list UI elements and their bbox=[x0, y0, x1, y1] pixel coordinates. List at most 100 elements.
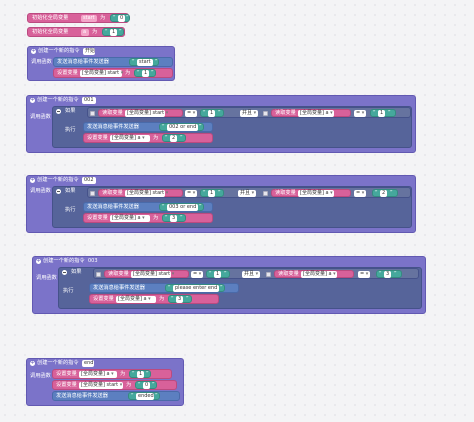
text-value[interactable]: 0 bbox=[143, 382, 150, 389]
text-value[interactable]: 1 bbox=[142, 70, 149, 77]
logic-and-block[interactable]: 读取变量 [全局变量] start = “ 1 ” 并且 读取变量 [全局变量]… bbox=[93, 268, 419, 279]
text-value[interactable]: 2 bbox=[380, 190, 387, 197]
text-value-block[interactable]: “ 1 ” bbox=[129, 370, 151, 378]
text-value[interactable]: please enter end bbox=[173, 285, 219, 292]
command-block-003[interactable]: + 创建一个新的指令 003 调用函数 如果 读取变量 [全局变量] start… bbox=[32, 256, 426, 314]
init-global-start-block[interactable]: 初始化全局变量 start 为 “ 0 ” bbox=[27, 13, 130, 23]
text-value[interactable]: 1 bbox=[110, 29, 117, 36]
collapse-icon[interactable]: + bbox=[30, 178, 35, 183]
get-variable-block[interactable]: 读取变量 [全局变量] a bbox=[271, 109, 351, 117]
set-variable-block[interactable]: 设置变量 [全局变量] a 为 “ 2 ” bbox=[83, 133, 213, 143]
compare-op-dropdown[interactable]: = bbox=[185, 190, 197, 197]
command-block-start[interactable]: + 创建一个新的指令 开始 调用函数 发送消息给事件发送器 “ start ” … bbox=[27, 46, 175, 81]
mutator-icon[interactable] bbox=[263, 191, 268, 196]
variable-dropdown[interactable]: [全局变量] a bbox=[79, 371, 117, 378]
text-value[interactable]: 1 bbox=[208, 110, 215, 117]
variable-dropdown[interactable]: [全局变量] a bbox=[116, 296, 156, 303]
get-variable-block[interactable]: 读取变量 [全局变量] a bbox=[274, 270, 354, 278]
command-name-field[interactable]: 003 bbox=[86, 258, 100, 265]
text-value[interactable]: 003 or end bbox=[167, 204, 198, 211]
command-name-field[interactable]: 001 bbox=[82, 97, 96, 104]
send-message-block[interactable]: 发送消息给事件发送器 “ 003 or end ” bbox=[83, 202, 213, 212]
compare-op-dropdown[interactable]: = bbox=[354, 190, 366, 197]
send-message-block[interactable]: 发送消息给事件发送器 “ ended ” bbox=[52, 391, 180, 401]
logic-op-dropdown[interactable]: 并且 bbox=[238, 190, 256, 197]
text-value-block[interactable]: “ please enter end ” bbox=[165, 284, 225, 292]
get-variable-block[interactable]: 读取变量 [全局变量] start bbox=[104, 270, 189, 278]
set-variable-block[interactable]: 设置变量 [全局变量] a 为 “ 3 ” bbox=[83, 213, 213, 223]
text-value[interactable]: 1 bbox=[378, 110, 385, 117]
variable-dropdown[interactable]: [全局变量] a bbox=[298, 190, 334, 197]
text-value[interactable]: 3 bbox=[170, 215, 177, 222]
collapse-icon[interactable]: + bbox=[31, 49, 36, 54]
compare-op-dropdown[interactable]: = bbox=[358, 271, 370, 278]
text-value-block[interactable]: “ 3 ” bbox=[162, 214, 186, 222]
text-value[interactable]: 3 bbox=[176, 296, 183, 303]
mutator-icon[interactable] bbox=[90, 111, 95, 116]
send-message-block[interactable]: 发送消息给事件发送器 “ start ” bbox=[53, 57, 173, 67]
text-value-block[interactable]: “ 0 ” bbox=[110, 14, 130, 22]
text-value[interactable]: 3 bbox=[384, 271, 391, 278]
command-name-field[interactable]: 开始 bbox=[83, 48, 95, 55]
text-value-block[interactable]: “ 3 ” bbox=[376, 270, 402, 278]
text-value[interactable]: 1 bbox=[137, 371, 144, 378]
text-value[interactable]: 0 bbox=[118, 15, 125, 22]
text-value-block[interactable]: “ 1 ” bbox=[206, 270, 230, 278]
text-value-block[interactable]: “ ended ” bbox=[128, 392, 160, 400]
text-value-block[interactable]: “ 003 or end ” bbox=[159, 203, 204, 211]
text-value-block[interactable]: “ 1 ” bbox=[102, 28, 124, 36]
text-value-block[interactable]: “ start ” bbox=[129, 58, 159, 66]
variable-dropdown[interactable]: [全局变量] start bbox=[125, 190, 165, 197]
mutator-icon[interactable] bbox=[96, 272, 101, 277]
command-name-field[interactable]: 002 bbox=[82, 177, 96, 184]
set-variable-block[interactable]: 设置变量 [全局变量] a 为 “ 3 ” bbox=[89, 294, 219, 304]
collapse-icon[interactable]: + bbox=[36, 259, 41, 264]
send-message-block[interactable]: 发送消息给事件发送器 “ please enter end ” bbox=[89, 283, 239, 293]
text-value[interactable]: ended bbox=[136, 393, 154, 400]
text-value[interactable]: 002 or end bbox=[167, 124, 198, 131]
text-value[interactable]: 1 bbox=[214, 271, 221, 278]
text-value[interactable]: start bbox=[137, 59, 153, 66]
logic-op-dropdown[interactable]: 并且 bbox=[240, 110, 258, 117]
command-block-end[interactable]: + 创建一个新的指令 end 调用函数 设置变量 [全局变量] a 为 “ 1 … bbox=[26, 358, 184, 406]
get-variable-block[interactable]: 读取变量 [全局变量] start bbox=[98, 109, 183, 117]
set-variable-block[interactable]: 设置变量 [全局变量] a 为 “ 1 ” bbox=[52, 369, 172, 379]
if-block[interactable]: 如果 读取变量 [全局变量] start = “ 1 ” 并且 读取变量 [全局… bbox=[58, 267, 422, 309]
get-variable-block[interactable]: 读取变量 [全局变量] a bbox=[271, 189, 351, 197]
variable-dropdown[interactable]: [全局变量] start bbox=[125, 110, 165, 117]
send-message-block[interactable]: 发送消息给事件发送器 “ 002 or end ” bbox=[83, 122, 213, 132]
text-value-block[interactable]: “ 1 ” bbox=[200, 109, 224, 117]
text-value-block[interactable]: “ 1 ” bbox=[200, 189, 224, 197]
global-name-field[interactable]: start bbox=[81, 15, 97, 22]
mutator-icon[interactable] bbox=[56, 109, 61, 114]
variable-dropdown[interactable]: [全局变量] start bbox=[80, 70, 122, 77]
if-block[interactable]: 如果 读取变量 [全局变量] start = “ 1 ” 并且 读取变量 [全局… bbox=[52, 106, 412, 148]
variable-dropdown[interactable]: [全局变量] a bbox=[110, 135, 150, 142]
text-value-block[interactable]: “ 1 ” bbox=[134, 69, 156, 77]
variable-dropdown[interactable]: [全局变量] start bbox=[131, 271, 171, 278]
set-variable-block[interactable]: 设置变量 [全局变量] start 为 “ 1 ” bbox=[53, 68, 173, 78]
compare-op-dropdown[interactable]: = bbox=[185, 110, 197, 117]
text-value-block[interactable]: “ 3 ” bbox=[168, 295, 192, 303]
logic-and-block[interactable]: 读取变量 [全局变量] start = “ 1 ” 并且 读取变量 [全局变量]… bbox=[87, 187, 411, 198]
mutator-icon[interactable] bbox=[56, 189, 61, 194]
text-value-block[interactable]: “ 2 ” bbox=[162, 134, 186, 142]
text-value-block[interactable]: “ 2 ” bbox=[372, 189, 398, 197]
mutator-icon[interactable] bbox=[90, 191, 95, 196]
collapse-icon[interactable]: + bbox=[30, 98, 35, 103]
variable-dropdown[interactable]: [全局变量] a bbox=[301, 271, 337, 278]
if-block[interactable]: 如果 读取变量 [全局变量] start = “ 1 ” 并且 读取变量 [全局… bbox=[52, 186, 412, 228]
init-global-a-block[interactable]: 初始化全局变量 a 为 “ 1 ” bbox=[27, 27, 125, 37]
logic-and-block[interactable]: 读取变量 [全局变量] start = “ 1 ” 并且 读取变量 [全局变量]… bbox=[87, 107, 411, 118]
global-name-field[interactable]: a bbox=[81, 29, 89, 36]
command-block-001[interactable]: + 创建一个新的指令 001 调用函数 如果 读取变量 [全局变量] start… bbox=[26, 95, 416, 153]
variable-dropdown[interactable]: [全局变量] a bbox=[110, 215, 150, 222]
compare-op-dropdown[interactable]: = bbox=[354, 110, 366, 117]
text-value-block[interactable]: “ 0 ” bbox=[135, 381, 157, 389]
text-value[interactable]: 2 bbox=[170, 135, 177, 142]
command-name-field[interactable]: end bbox=[82, 360, 94, 367]
mutator-icon[interactable] bbox=[266, 272, 271, 277]
text-value[interactable]: 1 bbox=[208, 190, 215, 197]
mutator-icon[interactable] bbox=[263, 111, 268, 116]
command-block-002[interactable]: + 创建一个新的指令 002 调用函数 如果 读取变量 [全局变量] start… bbox=[26, 175, 416, 233]
